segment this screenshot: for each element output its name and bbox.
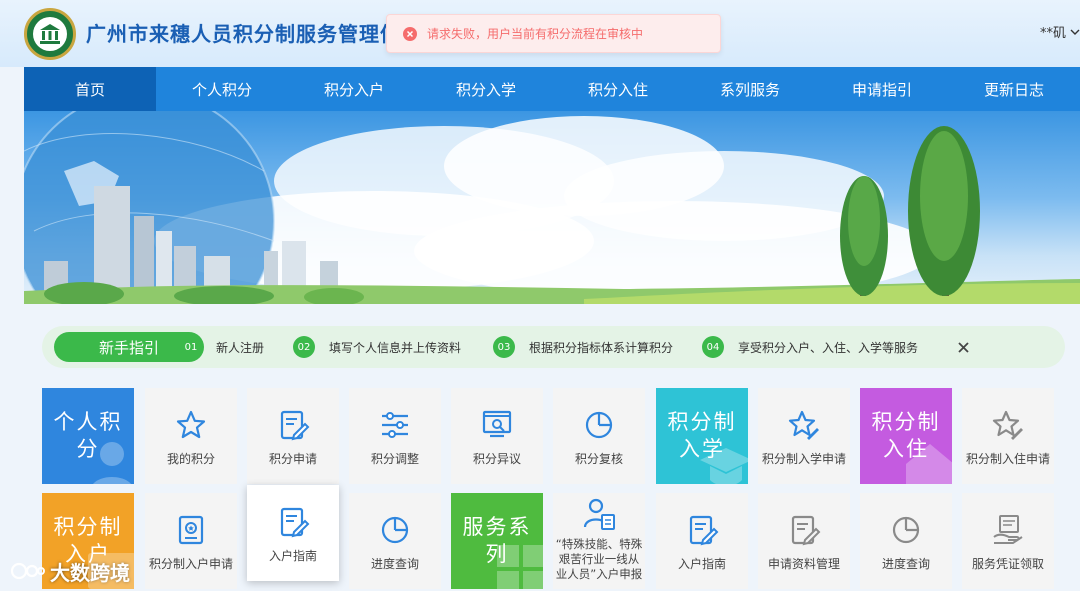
nav-points-hukou[interactable]: 积分入户 [288,67,420,111]
step-text: 享受积分入户、入住、入学等服务 [738,340,919,355]
tile-points-adjust[interactable]: 积分调整 [349,388,441,484]
user-name: **矶 [1039,26,1066,41]
tile-label: 积分制入学申请 [761,452,846,466]
user-menu[interactable]: **矶 [1040,22,1080,41]
search-document-icon [480,408,514,442]
user-document-icon [582,497,616,531]
nav-guide[interactable]: 申请指引 [816,67,948,111]
tile-progress-query[interactable]: 进度查询 [349,493,441,589]
tile-label: 积分异议 [472,452,521,466]
tile-label: 积分申请 [268,452,317,466]
category-label: 积分制入户 [53,515,123,566]
tile-my-points[interactable]: 我的积分 [145,388,237,484]
step-number: 04 [702,336,724,358]
category-label: 服务系列 [462,515,532,566]
tile-label: 进度查询 [881,557,930,571]
error-toast: 请求失败，用户当前有积分流程在审核中 [386,14,721,53]
guide-step: 03 根据积分指标体系计算积分 [493,336,673,358]
nav-changelog[interactable]: 更新日志 [948,67,1080,111]
tile-certificate-pickup[interactable]: 服务凭证领取 [962,493,1054,589]
category-points-housing[interactable]: 积分制入住 [860,388,952,484]
close-guide-button[interactable] [955,336,971,358]
edit-document-icon [787,513,821,547]
tile-school-apply[interactable]: 积分制入学申请 [758,388,850,484]
guide-step: 04 享受积分入户、入住、入学等服务 [702,336,918,358]
nav-points-housing[interactable]: 积分入住 [552,67,684,111]
tile-label: 服务凭证领取 [971,557,1044,571]
tile-label: 我的积分 [166,452,215,466]
step-text: 新人注册 [216,340,265,355]
category-personal-points[interactable]: 个人积分 [42,388,134,484]
step-number: 02 [293,336,315,358]
category-label: 积分制入住 [871,410,941,461]
tile-label: 积分制入住申请 [965,452,1050,466]
edit-document-icon [276,505,310,539]
guide-step: 01 新人注册 [180,336,264,358]
beginner-guide-bar: 新手指引 01 新人注册 02 填写个人信息并上传资料 03 根据积分指标体系计… [42,326,1065,368]
pie-chart-icon [889,513,923,547]
tile-label: 积分制入户申请 [148,557,233,571]
tile-points-review[interactable]: 积分复核 [553,388,645,484]
hand-certificate-icon [991,513,1025,547]
tile-points-apply[interactable]: 积分申请 [247,388,339,484]
edit-document-icon [276,408,310,442]
sliders-icon [378,408,412,442]
tile-special-workers[interactable]: “特殊技能、特殊艰苦行业一线从业人员”入户申报 [553,493,645,589]
category-services[interactable]: 服务系列 [451,493,543,589]
tile-label: 入户指南 [268,549,317,563]
step-text: 根据积分指标体系计算积分 [529,340,674,355]
chevron-down-icon [1070,29,1080,35]
category-label: 个人积分 [53,410,123,461]
step-number: 01 [180,336,202,358]
nav-points-school[interactable]: 积分入学 [420,67,552,111]
star-edit-icon [787,408,821,442]
toast-message: 请求失败，用户当前有积分流程在审核中 [427,27,644,41]
category-points-school[interactable]: 积分制入学 [656,388,748,484]
tile-hukou-apply[interactable]: 积分制入户申请 [145,493,237,589]
pie-chart-icon [378,513,412,547]
nav-home[interactable]: 首页 [24,67,156,111]
category-label: 积分制入学 [667,410,737,461]
hero-banner-image [24,111,1080,304]
tile-hukou-guide[interactable]: 入户指南 [247,485,339,581]
tile-label: “特殊技能、特殊艰苦行业一线从业人员”入户申报 [555,537,643,581]
tile-housing-apply[interactable]: 积分制入住申请 [962,388,1054,484]
close-icon [957,341,969,353]
nav-personal-points[interactable]: 个人积分 [156,67,288,111]
tile-label: 申请资料管理 [767,557,840,571]
tile-materials-manage[interactable]: 申请资料管理 [758,493,850,589]
edit-document-icon [685,513,719,547]
step-text: 填写个人信息并上传资料 [329,340,462,355]
tile-label: 进度查询 [370,557,419,571]
tile-label: 入户指南 [677,557,726,571]
tile-label: 积分调整 [370,452,419,466]
tile-points-dispute[interactable]: 积分异议 [451,388,543,484]
tile-entry-guide[interactable]: 入户指南 [656,493,748,589]
watermark-logo-icon [10,562,45,580]
tile-progress-query-2[interactable]: 进度查询 [860,493,952,589]
error-circle-icon [403,26,417,41]
star-icon [174,408,208,442]
star-edit-icon [991,408,1025,442]
nav-services[interactable]: 系列服务 [684,67,816,111]
tile-label: 积分复核 [574,452,623,466]
main-nav: 首页 个人积分 积分入户 积分入学 积分入住 系列服务 申请指引 更新日志 [24,67,1080,111]
step-number: 03 [493,336,515,358]
pie-chart-icon [582,408,616,442]
badge-icon [174,513,208,547]
guide-step: 02 填写个人信息并上传资料 [293,336,461,358]
logo-emblem-icon[interactable] [24,8,76,60]
